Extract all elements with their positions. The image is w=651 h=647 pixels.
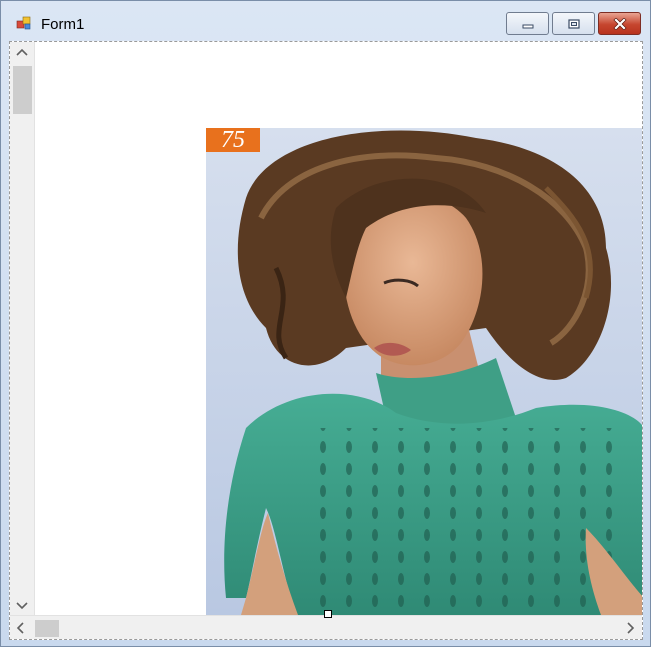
maximize-button[interactable] <box>552 12 595 35</box>
scroll-left-arrow-icon[interactable] <box>16 622 26 634</box>
window-title: Form1 <box>41 16 85 33</box>
scroll-down-arrow-icon[interactable] <box>15 601 29 611</box>
restore-icon <box>567 18 580 29</box>
form-client-area: 75 <box>9 41 643 640</box>
designer-resize-handle[interactable] <box>324 610 332 618</box>
page-number-badge: 75 <box>206 128 260 152</box>
title-bar[interactable]: Form1 <box>1 1 650 41</box>
close-icon <box>612 17 627 30</box>
minimize-button[interactable] <box>506 12 549 35</box>
horizontal-scroll-thumb[interactable] <box>35 620 59 637</box>
scroll-right-arrow-icon[interactable] <box>625 622 635 634</box>
scroll-up-arrow-icon[interactable] <box>15 47 29 57</box>
vertical-scroll-thumb[interactable] <box>13 66 32 114</box>
minimize-icon <box>522 24 533 28</box>
close-button[interactable] <box>598 12 641 35</box>
app-icon <box>16 16 31 30</box>
form-window: Form1 75 <box>0 0 651 647</box>
picture-box: 75 <box>206 128 642 615</box>
horizontal-scrollbar[interactable] <box>10 615 642 639</box>
woman-photo <box>206 128 642 615</box>
vertical-scrollbar[interactable] <box>10 42 35 615</box>
